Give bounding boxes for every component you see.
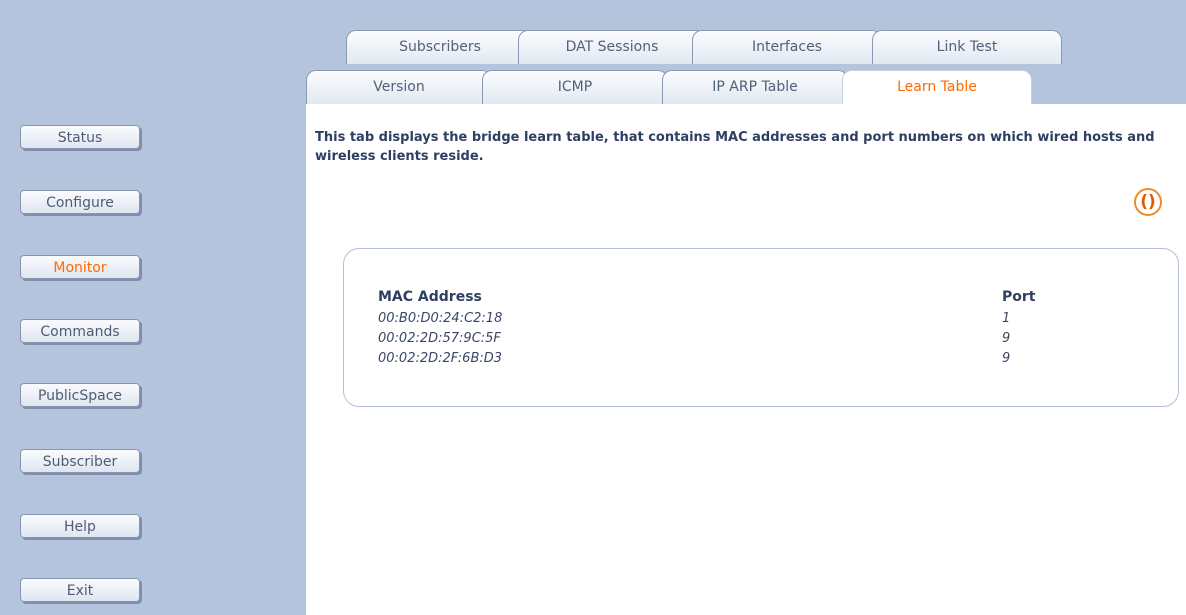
sidebar: Status Configure Monitor Commands Public…	[0, 0, 306, 615]
port-cell: 9	[1002, 351, 1011, 366]
commands-button[interactable]: Commands	[20, 319, 140, 343]
tab-subscribers[interactable]: Subscribers	[346, 30, 534, 64]
publicspace-button[interactable]: PublicSpace	[20, 383, 140, 407]
mac-address-cell: 00:02:2D:2F:6B:D3	[378, 351, 503, 366]
port-header: Port	[1002, 289, 1036, 305]
monitor-button[interactable]: Monitor	[20, 255, 140, 279]
tab-link-test[interactable]: Link Test	[872, 30, 1062, 64]
tab-version[interactable]: Version	[306, 70, 492, 104]
port-cell: 1	[1002, 311, 1011, 326]
mac-address-cell: 00:02:2D:57:9C:5F	[378, 331, 501, 346]
tab-learn-table[interactable]: Learn Table	[842, 70, 1032, 104]
tab-dat-sessions[interactable]: DAT Sessions	[518, 30, 706, 64]
refresh-icon[interactable]: ()	[1134, 188, 1162, 216]
tab-ip-arp-table[interactable]: IP ARP Table	[662, 70, 848, 104]
mac-address-cell: 00:B0:D0:24:C2:18	[378, 311, 503, 326]
status-button[interactable]: Status	[20, 125, 140, 149]
tab-icmp[interactable]: ICMP	[482, 70, 668, 104]
learn-table-panel: MAC Address Port 00:B0:D0:24:C2:18 1 00:…	[343, 248, 1179, 407]
tab-bar-bottom: Version ICMP IP ARP Table Learn Table	[306, 66, 1186, 104]
port-cell: 9	[1002, 331, 1011, 346]
exit-button[interactable]: Exit	[20, 578, 140, 602]
description-text: This tab displays the bridge learn table…	[315, 130, 1155, 164]
tab-bar-top: Subscribers DAT Sessions Interfaces Link…	[306, 0, 1186, 66]
mac-address-header: MAC Address	[378, 289, 482, 305]
configure-button[interactable]: Configure	[20, 190, 140, 214]
tab-interfaces[interactable]: Interfaces	[692, 30, 882, 64]
help-button[interactable]: Help	[20, 514, 140, 538]
subscriber-button[interactable]: Subscriber	[20, 449, 140, 473]
